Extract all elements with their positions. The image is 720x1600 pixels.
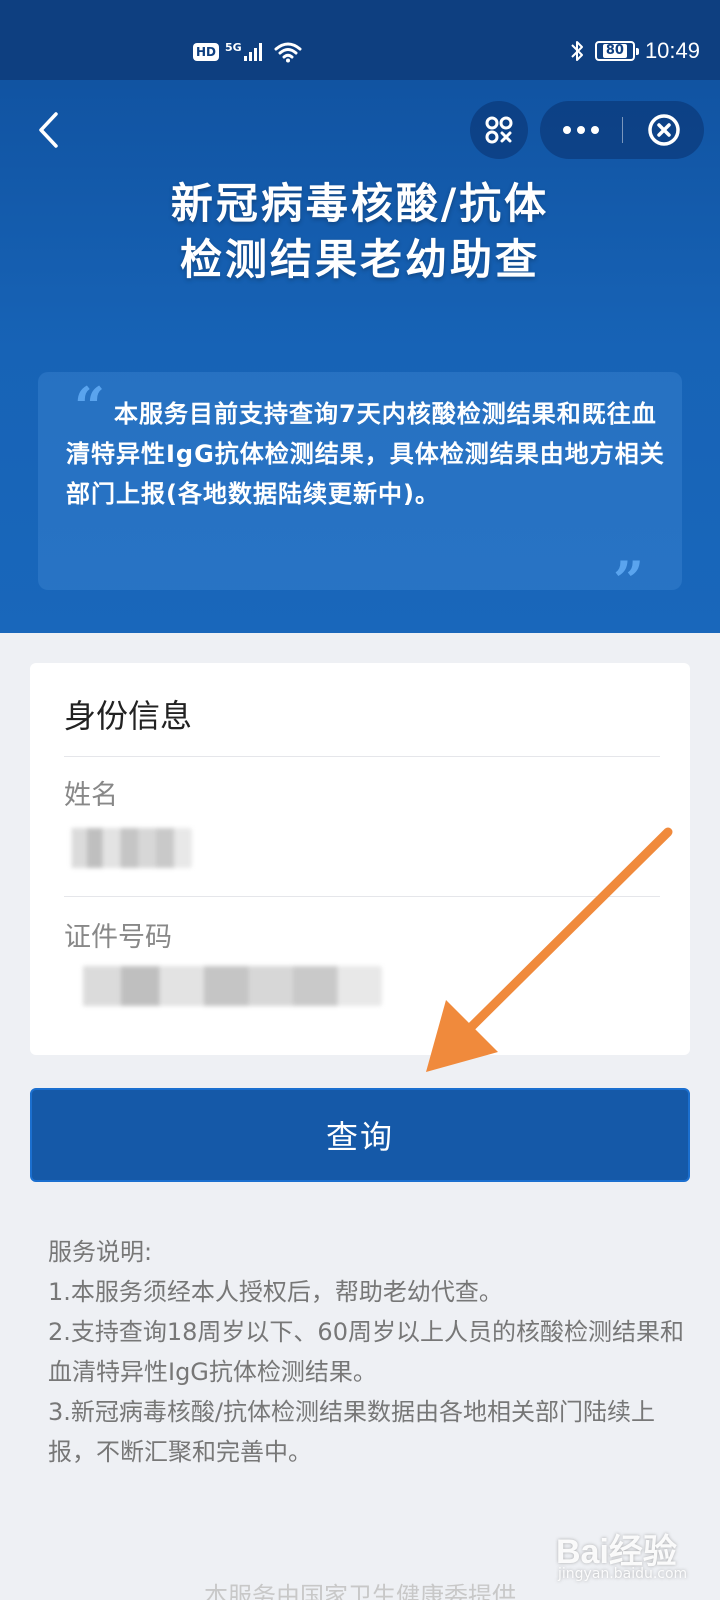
close-button[interactable]: [623, 101, 704, 159]
status-left: HD 5G: [193, 38, 302, 66]
identity-section-title: 身份信息: [64, 697, 193, 735]
mini-program-capsule: [540, 101, 704, 159]
more-button[interactable]: [540, 101, 622, 159]
footer-text: 本服务由国家卫生健康委提供: [204, 1582, 516, 1600]
scan-icon: [485, 116, 513, 144]
notes-item: 3.新冠病毒核酸/抗体检测结果数据由各地相关部门陆续上报，不断汇聚和完善中。: [48, 1398, 655, 1466]
status-right: 80 10:49: [569, 36, 700, 66]
close-circle-icon: [647, 114, 680, 146]
scan-button[interactable]: [470, 101, 528, 159]
identity-card: 身份信息 姓名 证件号码: [30, 663, 690, 1055]
battery-level: 80: [602, 44, 627, 58]
battery-icon: 80: [594, 41, 639, 61]
name-field[interactable]: [64, 828, 192, 868]
id-number-field[interactable]: [64, 966, 382, 1006]
notes-heading: 服务说明:: [48, 1238, 153, 1266]
name-label: 姓名: [64, 780, 118, 811]
page-title-line1: 新冠病毒核酸/抗体: [170, 179, 550, 228]
quote-close-icon: ”: [612, 549, 644, 613]
more-dots-icon: [563, 126, 599, 134]
watermark-brand: Bai经验: [556, 1533, 677, 1571]
header-banner: HD 5G 80 10:49 新冠病毒核酸/抗体 检测结果老幼助查 “ 本服务目…: [0, 0, 720, 633]
hd-badge: HD: [193, 43, 220, 61]
page-title-line2: 检测结果老幼助查: [179, 235, 540, 284]
query-button[interactable]: 查询: [30, 1088, 690, 1182]
id-number-label: 证件号码: [64, 922, 172, 953]
notice-text: 本服务目前支持查询7天内核酸检测结果和既往血清特异性IgG抗体检测结果，具体检测…: [66, 400, 665, 508]
card-divider: [64, 756, 660, 757]
wifi-icon: [274, 41, 302, 63]
network-label: 5G: [225, 40, 242, 54]
card-divider: [64, 896, 660, 897]
bluetooth-icon: [569, 39, 585, 63]
back-button[interactable]: [28, 108, 68, 152]
service-notes: 服务说明: 1.本服务须经本人授权后，帮助老幼代查。 2.支持查询18周岁以下、…: [48, 1232, 688, 1472]
page-title: 新冠病毒核酸/抗体 检测结果老幼助查: [0, 176, 720, 288]
chevron-left-icon: [39, 112, 58, 148]
status-bar: HD 5G 80 10:49: [0, 0, 720, 80]
signal-icon: [243, 43, 262, 61]
clock: 10:49: [644, 38, 700, 63]
notes-item: 2.支持查询18周岁以下、60周岁以上人员的核酸检测结果和血清特异性IgG抗体检…: [48, 1318, 684, 1386]
notice-box: “ 本服务目前支持查询7天内核酸检测结果和既往血清特异性IgG抗体检测结果，具体…: [38, 372, 682, 608]
notes-item: 1.本服务须经本人授权后，帮助老幼代查。: [48, 1278, 503, 1306]
